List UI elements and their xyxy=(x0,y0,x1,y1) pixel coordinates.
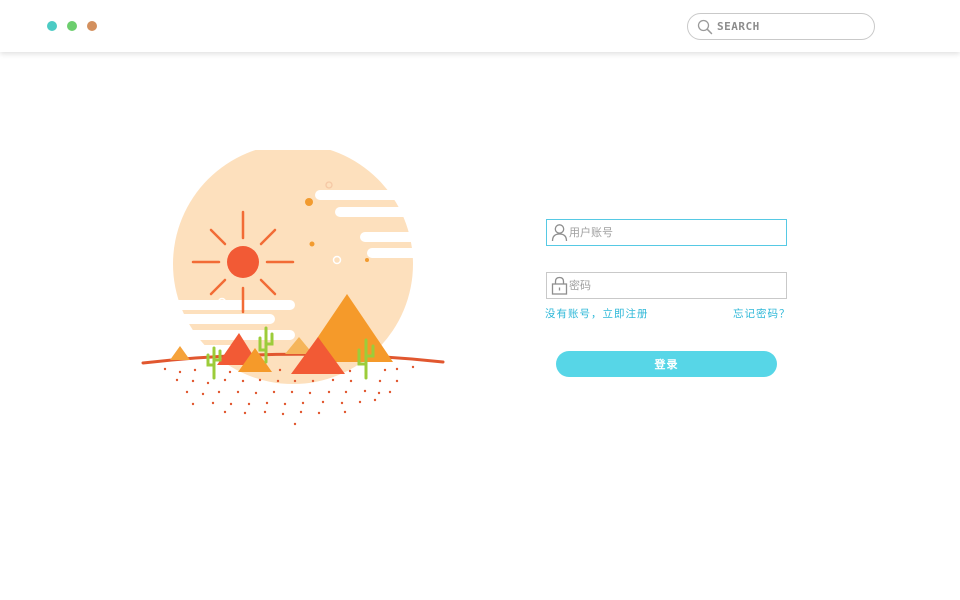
user-icon xyxy=(551,224,568,242)
password-field[interactable] xyxy=(546,272,787,299)
username-field[interactable] xyxy=(546,219,787,246)
search-box[interactable] xyxy=(687,13,875,40)
window-dot-teal xyxy=(47,21,57,31)
login-button[interactable]: 登录 xyxy=(556,351,777,377)
window-dot-green xyxy=(67,21,77,31)
window-dot-orange xyxy=(87,21,97,31)
password-input[interactable] xyxy=(569,276,779,295)
lock-icon xyxy=(551,276,568,295)
search-icon[interactable] xyxy=(697,19,713,35)
register-link[interactable]: 没有账号，立即注册 xyxy=(545,306,649,321)
forgot-password-link[interactable]: 忘记密码？ xyxy=(733,306,791,321)
top-bar xyxy=(0,0,960,52)
search-input[interactable] xyxy=(717,17,867,35)
desert-illustration xyxy=(141,150,455,426)
username-input[interactable] xyxy=(569,223,779,242)
